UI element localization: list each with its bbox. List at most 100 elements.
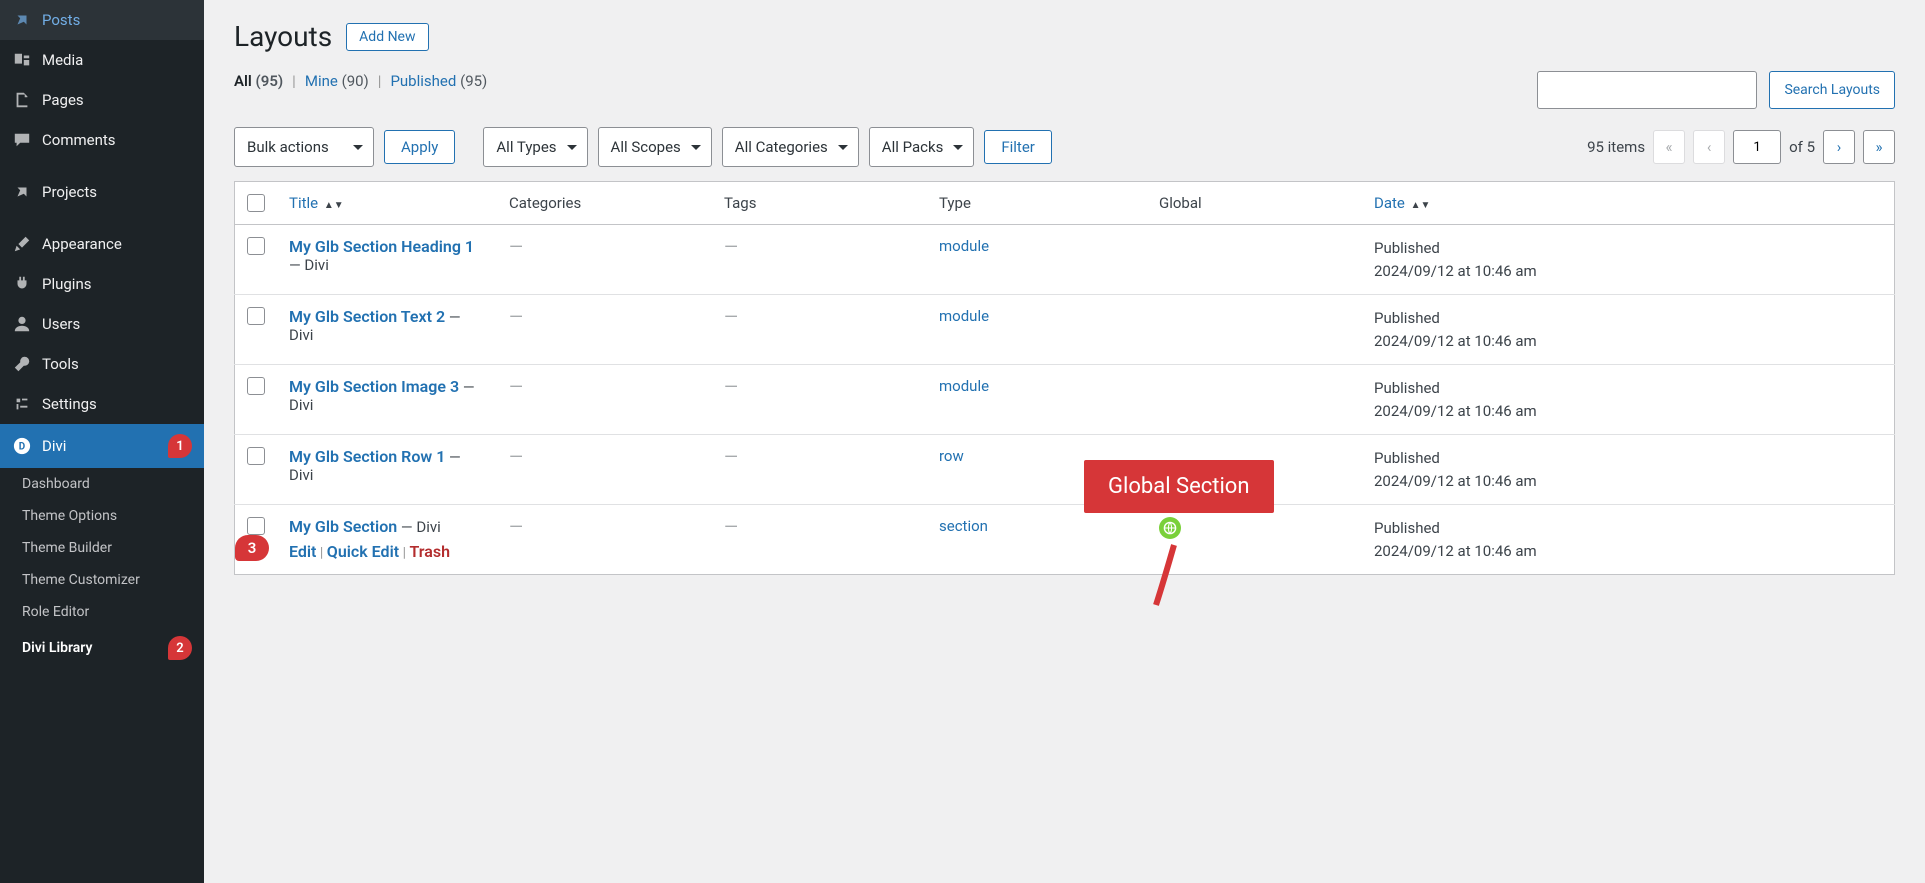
media-icon	[12, 50, 32, 70]
type-link[interactable]: row	[939, 447, 964, 465]
add-new-button[interactable]: Add New	[346, 23, 428, 51]
row-checkbox[interactable]	[247, 307, 265, 325]
categories-select[interactable]: All Categories	[722, 127, 859, 167]
select-all-checkbox[interactable]	[247, 194, 265, 212]
page-input[interactable]	[1733, 130, 1781, 164]
type-link[interactable]: section	[939, 517, 988, 535]
sidebar-item-posts[interactable]: Posts	[0, 0, 204, 40]
last-page-button[interactable]: »	[1863, 130, 1895, 164]
page-of-text: of 5	[1789, 138, 1815, 156]
filter-button[interactable]: Filter	[984, 130, 1052, 164]
sidebar-label: Divi	[42, 437, 66, 455]
sidebar-item-tools[interactable]: Tools	[0, 344, 204, 384]
wrench-icon	[12, 354, 32, 374]
empty-dash: —	[724, 307, 738, 328]
pin-icon	[12, 10, 32, 30]
main-content: Layouts Add New All (95) | Mine (90) | P…	[204, 0, 1925, 883]
sort-icon: ▲▼	[1411, 200, 1431, 211]
edit-link[interactable]: Edit	[289, 542, 316, 561]
sidebar-item-users[interactable]: Users	[0, 304, 204, 344]
items-count: 95 items	[1587, 138, 1645, 156]
submenu-dashboard[interactable]: Dashboard	[0, 468, 204, 500]
pagination: 95 items « ‹ of 5 › »	[1587, 130, 1895, 164]
sidebar-label: Media	[42, 51, 83, 69]
quick-edit-link[interactable]: Quick Edit	[327, 542, 399, 561]
col-type: Type	[927, 182, 1147, 225]
next-page-button[interactable]: ›	[1823, 130, 1855, 164]
first-page-button[interactable]: «	[1653, 130, 1685, 164]
row-title-link[interactable]: My Glb Section	[289, 517, 397, 536]
submenu-role-editor[interactable]: Role Editor	[0, 596, 204, 628]
sidebar-label: Projects	[42, 183, 97, 201]
col-global: Global	[1147, 182, 1362, 225]
sidebar-item-plugins[interactable]: Plugins	[0, 264, 204, 304]
type-link[interactable]: module	[939, 377, 989, 395]
filter-published[interactable]: Published (95)	[390, 72, 487, 90]
pin-icon	[12, 182, 32, 202]
packs-select[interactable]: All Packs	[869, 127, 975, 167]
row-checkbox[interactable]	[247, 237, 265, 255]
date-cell: Published2024/09/12 at 10:46 am	[1362, 435, 1895, 505]
table-row: My Glb Section Image 3 — Divi — — module…	[235, 365, 1895, 435]
sidebar-label: Comments	[42, 131, 116, 149]
sidebar-item-settings[interactable]: Settings	[0, 384, 204, 424]
filter-mine[interactable]: Mine (90)	[305, 72, 369, 90]
sidebar-item-projects[interactable]: Projects	[0, 172, 204, 212]
empty-dash: —	[724, 237, 738, 258]
user-icon	[12, 314, 32, 334]
page-title: Layouts	[234, 20, 332, 53]
types-select[interactable]: All Types	[483, 127, 587, 167]
empty-dash: —	[509, 237, 523, 258]
row-checkbox[interactable]	[247, 377, 265, 395]
sidebar-item-media[interactable]: Media	[0, 40, 204, 80]
submenu-theme-builder[interactable]: Theme Builder	[0, 532, 204, 564]
sidebar-label: Plugins	[42, 275, 91, 293]
apply-button[interactable]: Apply	[384, 130, 455, 164]
layouts-table: Title ▲▼ Categories Tags Type Global Dat…	[234, 181, 1895, 575]
annotation-badge-1: 1	[168, 434, 192, 458]
plug-icon	[12, 274, 32, 294]
search-button[interactable]: Search Layouts	[1769, 71, 1895, 109]
settings-icon	[12, 394, 32, 414]
search-input[interactable]	[1537, 71, 1757, 109]
row-title-link[interactable]: My Glb Section Row 1	[289, 447, 445, 466]
row-title-link[interactable]: My Glb Section Image 3	[289, 377, 459, 396]
filter-all[interactable]: All (95)	[234, 72, 283, 90]
sidebar-label: Posts	[42, 11, 80, 29]
empty-dash: —	[509, 377, 523, 398]
type-link[interactable]: module	[939, 237, 989, 255]
globe-icon	[1159, 517, 1181, 539]
col-date[interactable]: Date ▲▼	[1362, 182, 1895, 225]
sidebar-item-pages[interactable]: Pages	[0, 80, 204, 120]
row-checkbox[interactable]	[247, 447, 265, 465]
empty-dash: —	[724, 447, 738, 468]
sort-icon: ▲▼	[324, 200, 344, 211]
filter-links: All (95) | Mine (90) | Published (95)	[234, 72, 487, 90]
row-title-link[interactable]: My Glb Section Heading 1	[289, 237, 474, 256]
sidebar-item-divi[interactable]: D Divi 1	[0, 424, 204, 468]
callout-global-section: Global Section	[1084, 460, 1274, 513]
submenu-theme-customizer[interactable]: Theme Customizer	[0, 564, 204, 596]
date-cell: Published2024/09/12 at 10:46 am	[1362, 295, 1895, 365]
submenu-theme-options[interactable]: Theme Options	[0, 500, 204, 532]
type-link[interactable]: module	[939, 307, 989, 325]
sidebar-label: Appearance	[42, 235, 122, 253]
bulk-actions-select[interactable]: Bulk actions	[234, 127, 374, 167]
trash-link[interactable]: Trash	[409, 542, 450, 561]
table-row: My Glb Section Row 1 — Divi — — row Publ…	[235, 435, 1895, 505]
prev-page-button[interactable]: ‹	[1693, 130, 1725, 164]
scopes-select[interactable]: All Scopes	[598, 127, 712, 167]
submenu-divi-library[interactable]: Divi Library 2	[0, 628, 204, 668]
divi-icon: D	[12, 436, 32, 456]
empty-dash: —	[724, 517, 738, 538]
col-title[interactable]: Title ▲▼	[277, 182, 497, 225]
table-row: 3 My Glb Section — Divi Edit | Quick Edi…	[235, 505, 1895, 575]
empty-dash: —	[724, 377, 738, 398]
sidebar-item-appearance[interactable]: Appearance	[0, 224, 204, 264]
table-row: My Glb Section Heading 1 — Divi — — modu…	[235, 225, 1895, 295]
col-tags: Tags	[712, 182, 927, 225]
row-actions: Edit | Quick Edit | Trash	[289, 542, 485, 561]
sidebar-item-comments[interactable]: Comments	[0, 120, 204, 160]
callout-arrow-icon	[1144, 540, 1204, 620]
row-title-link[interactable]: My Glb Section Text 2	[289, 307, 445, 326]
